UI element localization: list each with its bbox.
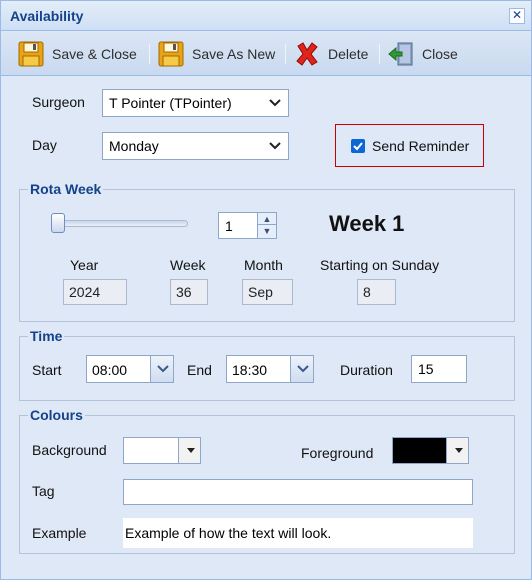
tag-label: Tag <box>32 483 55 499</box>
week-spinner-value: 1 <box>225 218 233 234</box>
window-title: Availability <box>10 8 84 24</box>
toolbar-separator <box>149 44 150 64</box>
foreground-color-picker[interactable] <box>392 437 469 464</box>
chevron-down-icon <box>157 365 169 373</box>
surgeon-select[interactable]: T Pointer (TPointer) <box>102 89 289 117</box>
spinner-down-icon[interactable]: ▼ <box>258 225 276 237</box>
close-label: Close <box>422 46 458 62</box>
example-preview: Example of how the text will look. <box>123 518 473 548</box>
toolbar-separator <box>285 44 286 64</box>
save-as-new-label: Save As New <box>192 46 276 62</box>
toolbar-separator <box>379 44 380 64</box>
starting-sunday-label: Starting on Sunday <box>320 257 440 273</box>
year-value: 2024 <box>63 279 127 305</box>
chevron-down-icon <box>269 99 281 107</box>
duration-input[interactable]: 15 <box>411 355 467 383</box>
save-as-new-button[interactable]: Save As New <box>157 40 275 68</box>
surgeon-label: Surgeon <box>32 94 85 110</box>
send-reminder-label: Send Reminder <box>372 138 470 154</box>
starting-sunday-value: 8 <box>357 279 396 305</box>
save-close-button[interactable]: Save & Close <box>17 40 137 68</box>
example-label: Example <box>32 525 87 541</box>
time-legend: Time <box>28 328 65 344</box>
form-body: Surgeon T Pointer (TPointer) Day Monday … <box>9 77 523 577</box>
foreground-color-trigger[interactable] <box>446 437 469 464</box>
day-select[interactable]: Monday <box>102 132 289 160</box>
week-value: 36 <box>170 279 208 305</box>
colours-legend: Colours <box>28 407 85 423</box>
background-color-picker[interactable] <box>123 437 201 464</box>
week-label: Week <box>170 257 206 273</box>
close-button[interactable]: Close <box>387 40 458 68</box>
colours-group: Colours Background Foreground Tag Exampl… <box>19 407 515 554</box>
save-close-label: Save & Close <box>52 46 137 62</box>
week-title: Week 1 <box>329 211 405 236</box>
duration-label: Duration <box>340 362 393 378</box>
checkmark-icon <box>353 142 363 151</box>
spinner-buttons: ▲ ▼ <box>257 213 276 238</box>
window-close-icon[interactable]: ✕ <box>509 8 525 24</box>
week-slider-thumb[interactable] <box>51 213 65 233</box>
delete-button[interactable]: Delete <box>293 40 368 68</box>
floppy-disk-icon <box>18 41 44 67</box>
start-time-value: 08:00 <box>92 362 128 378</box>
year-label: Year <box>70 257 99 273</box>
foreground-label: Foreground <box>301 445 374 461</box>
toolbar: Save & Close Save As New Delete Close <box>1 32 531 76</box>
end-time-trigger[interactable] <box>290 356 313 382</box>
month-label: Month <box>244 257 283 273</box>
background-color-trigger[interactable] <box>178 437 201 464</box>
month-value: Sep <box>242 279 293 305</box>
spinner-up-icon[interactable]: ▲ <box>258 213 276 225</box>
surgeon-value: T Pointer (TPointer) <box>109 95 232 111</box>
send-reminder-box: Send Reminder <box>335 124 484 167</box>
time-group: Time Start 08:00 End 18:30 Duration 15 <box>19 328 515 401</box>
background-label: Background <box>32 442 107 458</box>
day-value: Monday <box>109 138 159 154</box>
rota-week-legend: Rota Week <box>28 181 104 197</box>
rota-week-group: Rota Week 1 ▲ ▼ Week 1 Year 2024 Week 36… <box>19 181 515 322</box>
title-bar: Availability ✕ <box>1 1 531 31</box>
availability-window: Availability ✕ Save & Close Save As New <box>0 0 532 580</box>
start-time-combo[interactable]: 08:00 <box>86 355 174 383</box>
end-time-value: 18:30 <box>232 362 268 378</box>
week-spinner[interactable]: 1 ▲ ▼ <box>218 212 277 239</box>
week-slider-track[interactable] <box>58 220 188 227</box>
start-time-trigger[interactable] <box>150 356 173 382</box>
start-label: Start <box>32 362 62 378</box>
chevron-down-icon <box>269 142 281 150</box>
caret-down-icon <box>455 448 463 453</box>
exit-door-icon <box>388 42 413 66</box>
chevron-down-icon <box>297 365 309 373</box>
red-x-icon <box>296 42 318 66</box>
floppy-disk-icon <box>158 41 184 67</box>
tag-input[interactable] <box>123 479 473 505</box>
day-label: Day <box>32 137 57 153</box>
end-label: End <box>187 362 212 378</box>
delete-label: Delete <box>328 46 369 62</box>
end-time-combo[interactable]: 18:30 <box>226 355 314 383</box>
send-reminder-checkbox[interactable] <box>351 139 365 153</box>
caret-down-icon <box>187 448 195 453</box>
